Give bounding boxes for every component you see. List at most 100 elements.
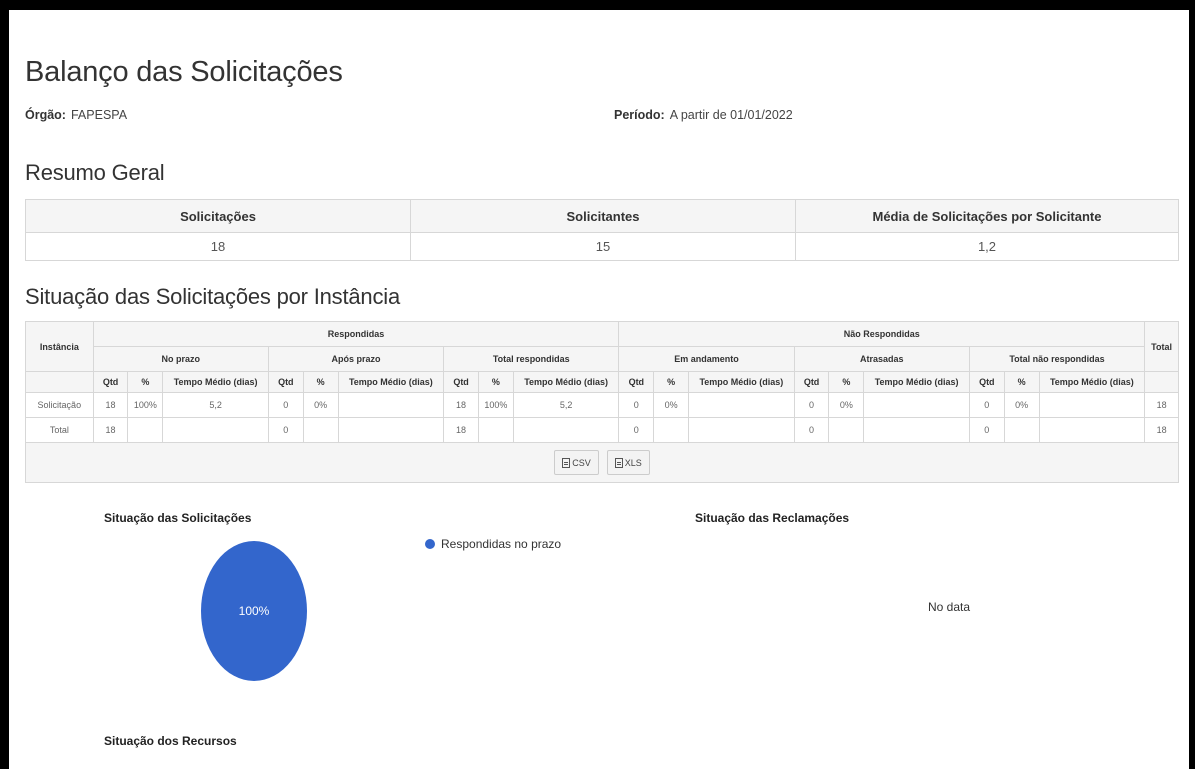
table-cell: 0% [302, 392, 339, 418]
table-cell [162, 417, 269, 443]
pie-svg: 100% [201, 541, 307, 681]
table-cell [688, 417, 795, 443]
table-cell [688, 392, 795, 418]
no-data-text: No data [928, 600, 971, 614]
chart-title-recursos: Situação dos Recursos [104, 734, 237, 748]
subheader-tempo: Tempo Médio (dias) [337, 371, 445, 393]
row-total: 18 [1144, 417, 1179, 443]
instancia-title: Situação das Solicitações por Instância [25, 284, 400, 309]
table-cell: 0 [793, 392, 830, 418]
subheader-tempo: Tempo Médio (dias) [512, 371, 620, 393]
subheader-qtd: Qtd [267, 371, 304, 393]
resumo-value-media: 1,2 [795, 232, 1179, 261]
chart-legend[interactable]: Respondidas no prazo [425, 537, 561, 551]
chart-title-reclamacoes: Situação das Reclamações [695, 511, 850, 525]
resumo-table: Solicitações Solicitantes Média de Solic… [25, 199, 1179, 261]
table-cell: 0 [968, 392, 1005, 418]
subheader-row: Qtd% Tempo Médio (dias) Qtd% Tempo Médio (d… [25, 371, 1179, 393]
table-cell [1003, 417, 1040, 443]
pie-chart: 100% [199, 541, 309, 681]
table-cell [337, 392, 445, 418]
orgao-label: Órgão: [25, 108, 66, 122]
subheader-pct: % [127, 371, 164, 393]
row-instancia: Total [25, 417, 94, 443]
periodo-label: Período: [614, 108, 665, 122]
group-header: Em andamento [618, 346, 795, 372]
subheader-tempo: Tempo Médio (dias) [863, 371, 970, 393]
legend-label: Respondidas no prazo [441, 537, 562, 551]
table-cell: 0 [618, 392, 655, 418]
subheader-blank [25, 371, 94, 393]
header-respondidas: Respondidas [92, 321, 620, 347]
group-header: Total não respondidas [968, 346, 1146, 372]
chart-title-solicitacoes: Situação das Solicitações [104, 511, 252, 525]
table-cell: 0 [793, 417, 830, 443]
instancia-table: Instância Respondidas Não Respondidas To… [25, 321, 1179, 483]
table-cell [512, 417, 620, 443]
table-cell: 0 [618, 417, 655, 443]
table-row: Total 18 0 18 0 0 0 18 [25, 417, 1179, 443]
orgao-info: Órgão: FAPESPA [25, 108, 127, 122]
table-cell: 0 [267, 417, 304, 443]
table-cell: 0 [267, 392, 304, 418]
table-cell [863, 392, 970, 418]
header-total: Total [1144, 321, 1179, 372]
table-cell: 0 [968, 417, 1005, 443]
table-cell: 18 [443, 417, 479, 443]
csv-label: CSV [572, 457, 591, 468]
table-cell: 100% [477, 392, 514, 418]
resumo-title: Resumo Geral [25, 160, 165, 185]
periodo-value: A partir de 01/01/2022 [669, 108, 793, 122]
subheader-tempo: Tempo Médio (dias) [162, 371, 269, 393]
table-cell: 5,2 [162, 392, 269, 418]
table-cell: 100% [127, 392, 164, 418]
legend-marker [425, 539, 435, 549]
table-cell: 0% [1003, 392, 1040, 418]
export-bar: CSV XLS [25, 442, 1179, 483]
table-cell: 18 [443, 392, 479, 418]
subheader-tempo: Tempo Médio (dias) [688, 371, 795, 393]
row-instancia: Solicitação [25, 392, 94, 418]
table-cell: 0% [653, 392, 690, 418]
table-cell [1038, 392, 1146, 418]
header-nao-respondidas: Não Respondidas [618, 321, 1146, 347]
group-header: Total respondidas [443, 346, 620, 372]
resumo-header-solicitacoes: Solicitações [25, 199, 411, 233]
row-total: 18 [1144, 392, 1179, 418]
periodo-info: Período: A partir de 01/01/2022 [614, 108, 793, 122]
subheader-pct: % [653, 371, 690, 393]
export-csv-button[interactable]: CSV [554, 450, 599, 475]
orgao-value: FAPESPA [70, 108, 128, 122]
pie-slice-label: 100% [239, 604, 270, 618]
file-xls-icon [614, 457, 623, 468]
subheader-qtd: Qtd [618, 371, 655, 393]
resumo-header-solicitantes: Solicitantes [410, 199, 796, 233]
export-xls-button[interactable]: XLS [606, 450, 650, 475]
resumo-value-solicitacoes: 18 [25, 232, 411, 261]
table-cell [302, 417, 339, 443]
resumo-value-solicitantes: 15 [410, 232, 796, 261]
file-csv-icon [562, 457, 571, 468]
resumo-header-media: Média de Solicitações por Solicitante [795, 199, 1179, 233]
table-cell [653, 417, 690, 443]
header-instancia: Instância [25, 321, 94, 372]
subheader-qtd: Qtd [92, 371, 129, 393]
subheader-qtd: Qtd [443, 371, 479, 393]
subheader-pct: % [302, 371, 339, 393]
table-cell [828, 417, 865, 443]
page-title: Balanço das Solicitações [25, 56, 343, 88]
table-cell [1038, 417, 1146, 443]
table-cell: 18 [92, 392, 129, 418]
table-cell [477, 417, 514, 443]
table-cell: 0% [828, 392, 865, 418]
group-header: No prazo [92, 346, 269, 372]
subheader-blank [1144, 371, 1179, 393]
table-cell [127, 417, 164, 443]
table-cell: 18 [92, 417, 129, 443]
xls-label: XLS [624, 457, 642, 468]
subheader-qtd: Qtd [793, 371, 830, 393]
subheader-tempo: Tempo Médio (dias) [1038, 371, 1146, 393]
group-header: Após prazo [267, 346, 445, 372]
report-page: Balanço das Solicitações Órgão: FAPESPA P… [9, 10, 1189, 769]
subheader-pct: % [477, 371, 514, 393]
